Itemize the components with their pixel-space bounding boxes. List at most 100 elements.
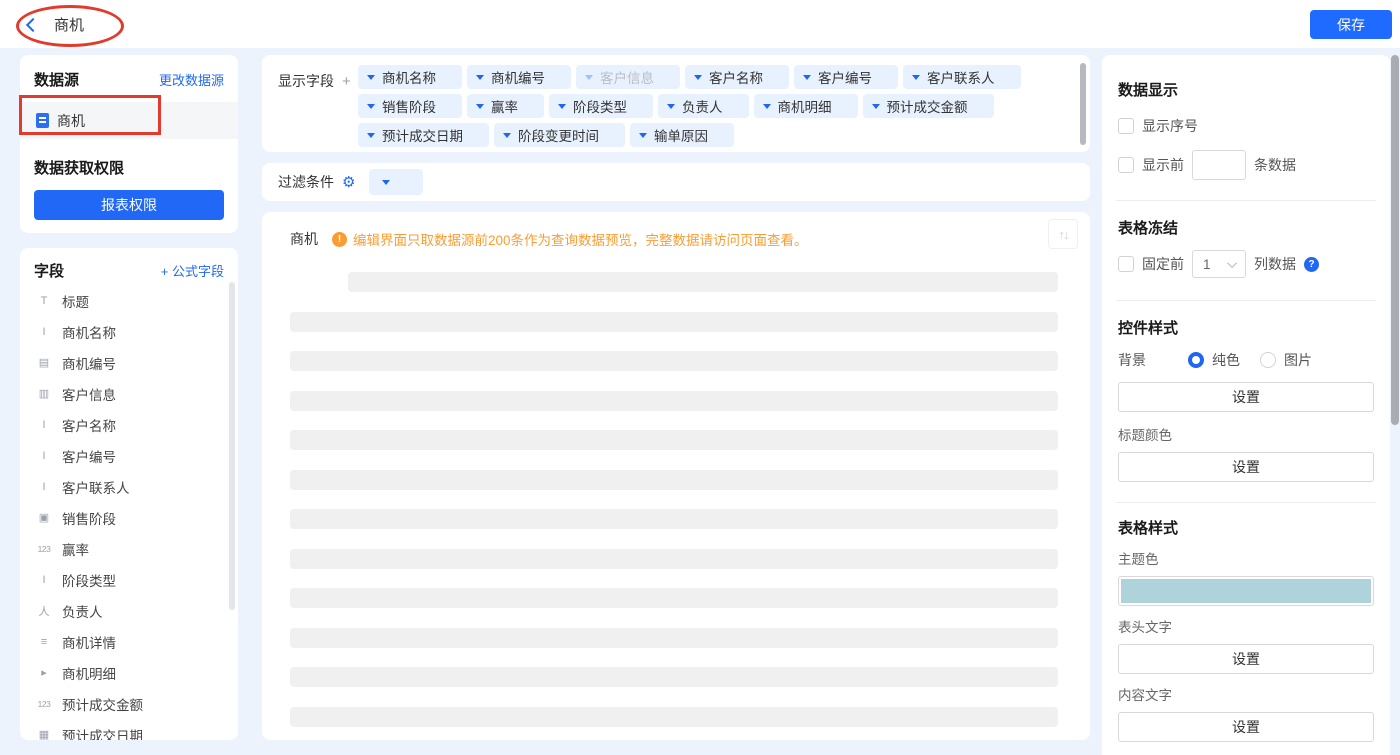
caret-down-icon [694,75,702,80]
display-fields-scrollbar[interactable] [1080,63,1086,145]
rows-suffix-label: 条数据 [1254,155,1296,175]
add-formula-field-link[interactable]: + 公式字段 [161,261,224,280]
filter-dropdown[interactable] [369,169,423,195]
header-text-set-button[interactable]: 设置 [1118,644,1374,674]
field-item[interactable]: ▦ 预计成交日期 [34,719,224,740]
divider [1116,502,1376,503]
field-item[interactable]: ▸商机明细 [34,657,224,688]
field-tag[interactable]: 输单原因 [630,123,734,147]
field-tag[interactable]: 赢率 [467,94,544,118]
solid-color-radio[interactable] [1188,352,1204,368]
field-tag[interactable]: 阶段变更时间 [494,123,625,147]
rows-count-input[interactable] [1192,150,1246,180]
field-tag[interactable]: 客户编号 [794,65,898,89]
field-label: 销售阶段 [62,508,116,528]
caret-down-icon [382,180,390,185]
field-item[interactable]: ▤ 商机编号 [34,347,224,378]
fix-columns-select[interactable]: 1 [1192,250,1246,278]
skeleton-row [290,549,1058,569]
field-tag[interactable]: 预计成交金额 [863,94,994,118]
caret-down-icon [367,133,375,138]
title-color-label: 标题颜色 [1118,424,1374,444]
field-tag[interactable]: 客户联系人 [903,65,1021,89]
background-set-button[interactable]: 设置 [1118,382,1374,412]
field-item[interactable]: ≡商机详情 [34,626,224,657]
fields-scrollbar[interactable] [229,282,235,610]
field-item[interactable]: I客户名称 [34,409,224,440]
theme-color-picker[interactable] [1118,576,1374,606]
show-index-checkbox[interactable] [1118,118,1134,134]
content-text-set-button[interactable]: 设置 [1118,712,1374,742]
caret-down-icon [667,104,675,109]
field-tag[interactable]: 客户名称 [685,65,789,89]
field-label: 商机详情 [62,632,116,652]
caret-down-icon [558,104,566,109]
field-item[interactable]: I客户联系人 [34,471,224,502]
question-circle-icon[interactable]: ? [1304,257,1319,272]
caret-down-icon [367,75,375,80]
show-index-label: 显示序号 [1142,116,1198,136]
skeleton-row [290,351,1058,371]
filter-label: 过滤条件 [278,172,334,192]
field-tag-disabled: 客户信息 [576,65,680,89]
fields-panel: 字段 + 公式字段 T标题 I商机名称 ▤商机编号 ▥客户信息 I客户名称 I客… [20,248,238,740]
divider [1116,300,1376,301]
caret-down-icon [476,104,484,109]
field-item[interactable]: ▥客户信息 [34,378,224,409]
page-title: 商机 [54,14,84,35]
fix-columns-checkbox[interactable] [1118,256,1134,272]
field-item[interactable]: I客户编号 [34,440,224,471]
sort-button[interactable]: ↑↓ [1048,219,1078,249]
table-freeze-title: 表格冻结 [1118,217,1374,238]
field-item[interactable]: ▣销售阶段 [34,502,224,533]
field-tag[interactable]: 销售阶段 [358,94,462,118]
skeleton-row [290,430,1058,450]
field-item[interactable]: 人负责人 [34,595,224,626]
field-item[interactable]: 123 赢率 [34,533,224,564]
field-label: 客户编号 [62,446,116,466]
field-label: 赢率 [62,539,89,559]
field-label: 商机名称 [62,322,116,342]
display-fields-label: 显示字段 [278,71,334,91]
skeleton-row [290,470,1058,490]
field-item[interactable]: I阶段类型 [34,564,224,595]
field-tag[interactable]: 阶段类型 [549,94,653,118]
caret-down-icon [639,133,647,138]
datasource-item[interactable]: 商机 [20,102,238,139]
field-label: 预计成交日期 [62,725,143,741]
number-icon: 123 [34,699,54,709]
member-icon: 人 [34,603,54,619]
date-icon: ▦ [34,728,54,740]
report-permission-button[interactable]: 报表权限 [34,190,224,220]
change-datasource-link[interactable]: 更改数据源 [159,70,224,89]
gear-icon[interactable]: ⚙ [342,173,355,191]
filter-panel: 过滤条件 ⚙ [262,163,1090,201]
field-tag[interactable]: 商机明细 [754,94,858,118]
display-fields-panel: 显示字段 + 商机名称 商机编号 客户信息 客户名称 客户编号 客户联系人 销售… [262,55,1090,152]
field-item[interactable]: T标题 [34,285,224,316]
back-icon[interactable] [26,17,40,31]
title-color-set-button[interactable]: 设置 [1118,452,1374,482]
number-icon: 123 [34,544,54,554]
show-first-checkbox[interactable] [1118,157,1134,173]
field-tag[interactable]: 负责人 [658,94,749,118]
header-text-label: 表头文字 [1118,616,1374,636]
field-label: 客户信息 [62,384,116,404]
datasource-title: 数据源 [34,69,79,90]
content-text-label: 内容文字 [1118,684,1374,704]
save-button[interactable]: 保存 [1310,10,1392,39]
add-display-field-button[interactable]: + [342,73,351,90]
field-item[interactable]: I商机名称 [34,316,224,347]
field-tag[interactable]: 商机名称 [358,65,462,89]
field-item[interactable]: 123预计成交金额 [34,688,224,719]
field-tag[interactable]: 商机编号 [467,65,571,89]
text-icon: I [34,574,54,586]
serial-icon: ▤ [34,356,54,369]
field-tag[interactable]: 预计成交日期 [358,123,489,147]
image-radio[interactable] [1260,352,1276,368]
preview-panel: 商机 ! 编辑界面只取数据源前200条作为查询数据预览，完整数据请访问页面查看。… [262,212,1090,740]
page-scrollbar[interactable] [1391,55,1399,425]
field-label: 商机编号 [62,353,116,373]
skeleton-row [290,588,1058,608]
field-label: 客户联系人 [62,477,130,497]
